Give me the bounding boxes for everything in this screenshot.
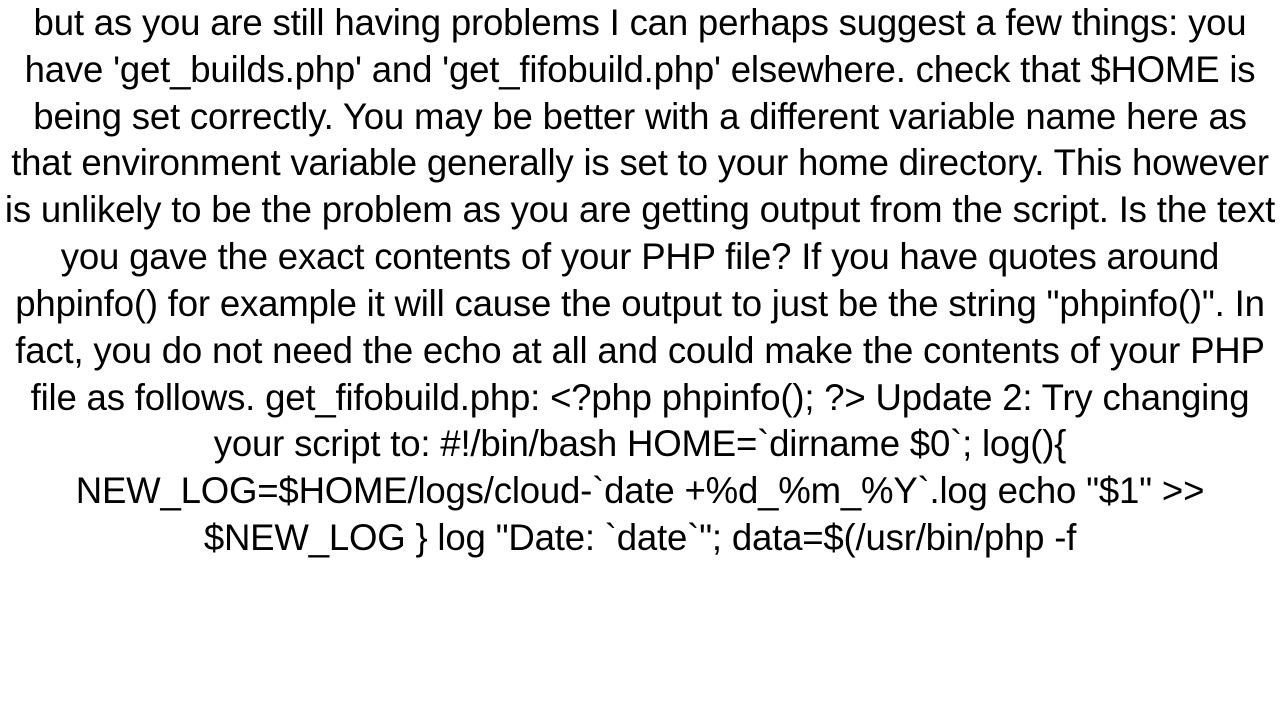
document-body: but as you are still having problems I c… [0, 0, 1280, 562]
